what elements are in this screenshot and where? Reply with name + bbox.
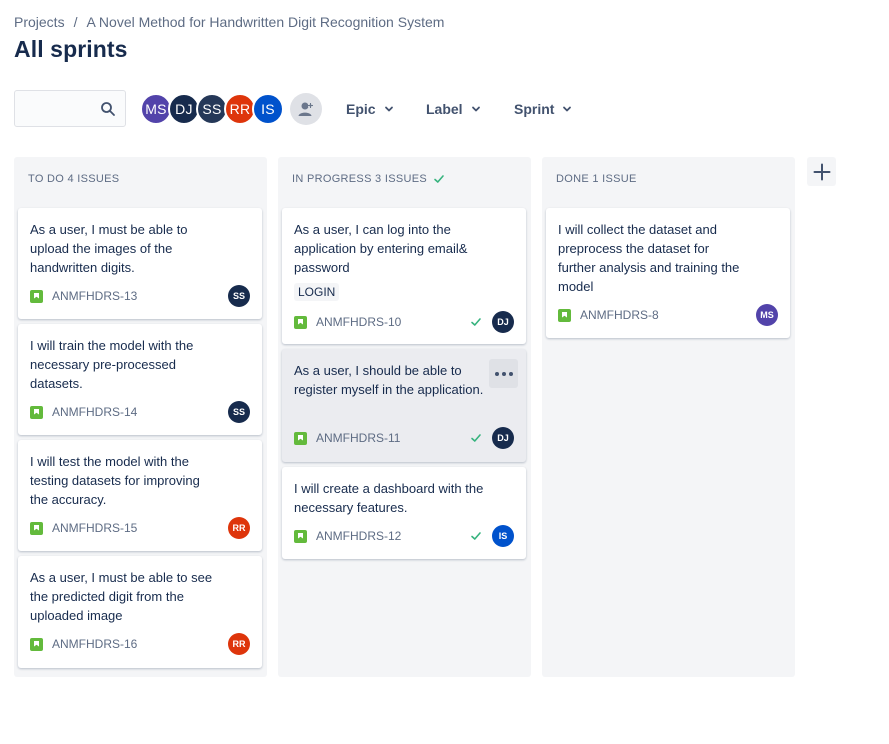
issue-card[interactable]: I will collect the dataset and preproces… bbox=[546, 208, 790, 338]
issue-label: LOGIN bbox=[294, 283, 340, 301]
story-icon bbox=[294, 315, 307, 329]
issue-summary: As a user, I can log into the applicatio… bbox=[294, 222, 468, 275]
issue-key[interactable]: ANMFHDRS-12 bbox=[316, 529, 401, 543]
chevron-down-icon bbox=[384, 106, 393, 112]
story-icon bbox=[30, 405, 43, 419]
card-footer: ANMFHDRS-10 DJ bbox=[294, 311, 514, 333]
more-actions-button[interactable] bbox=[489, 359, 518, 388]
assignee-avatar[interactable]: DJ bbox=[492, 427, 514, 449]
chevron-down-icon bbox=[563, 106, 572, 112]
issue-summary: I will collect the dataset and preproces… bbox=[558, 222, 740, 294]
issue-card[interactable]: As a user, I must be able to upload the … bbox=[18, 208, 262, 319]
sprint-filter-dropdown[interactable]: Sprint bbox=[514, 101, 572, 117]
column-header: IN PROGRESS 3 ISSUES bbox=[292, 173, 445, 185]
issue-key[interactable]: ANMFHDRS-13 bbox=[52, 289, 137, 303]
column-todo: TO DO 4 ISSUES As a user, I must be able… bbox=[14, 157, 267, 677]
epic-filter-label: Epic bbox=[346, 101, 376, 117]
story-icon bbox=[294, 431, 307, 445]
card-footer: ANMFHDRS-15 RR bbox=[30, 517, 250, 539]
card-footer: ANMFHDRS-13 SS bbox=[30, 285, 250, 307]
search-input[interactable] bbox=[14, 90, 126, 127]
issue-key[interactable]: ANMFHDRS-16 bbox=[52, 637, 137, 651]
assignee-avatar[interactable]: DJ bbox=[492, 311, 514, 333]
card-footer: ANMFHDRS-11 DJ bbox=[294, 427, 514, 449]
column-title: DONE 1 ISSUE bbox=[556, 173, 637, 185]
issue-summary: I will train the model with the necessar… bbox=[30, 338, 194, 391]
column-in-progress: IN PROGRESS 3 ISSUES As a user, I can lo… bbox=[278, 157, 531, 677]
column-header: TO DO 4 ISSUES bbox=[28, 173, 119, 185]
issue-summary: I will create a dashboard with the neces… bbox=[294, 481, 484, 515]
search-icon bbox=[101, 102, 115, 116]
assignee-avatar[interactable]: SS bbox=[228, 401, 250, 423]
column-done: DONE 1 ISSUE I will collect the dataset … bbox=[542, 157, 795, 677]
check-icon bbox=[471, 434, 481, 442]
issue-card[interactable]: As a user, I should be able to register … bbox=[282, 349, 526, 462]
assignee-avatar[interactable]: SS bbox=[228, 285, 250, 307]
issue-card[interactable]: I will test the model with the testing d… bbox=[18, 440, 262, 551]
issue-key[interactable]: ANMFHDRS-11 bbox=[316, 431, 400, 445]
story-icon bbox=[294, 529, 307, 543]
issue-summary: As a user, I must be able to see the pre… bbox=[30, 570, 213, 623]
check-icon bbox=[471, 532, 481, 540]
assignee-avatar[interactable]: IS bbox=[492, 525, 514, 547]
page-title: All sprints bbox=[14, 36, 128, 62]
plus-icon bbox=[813, 163, 830, 180]
chevron-down-icon bbox=[471, 106, 480, 112]
assignee-avatar[interactable]: RR bbox=[228, 633, 250, 655]
epic-filter-dropdown[interactable]: Epic bbox=[346, 101, 394, 117]
breadcrumb: Projects / A Novel Method for Handwritte… bbox=[14, 14, 444, 30]
check-icon bbox=[434, 175, 444, 183]
column-header: DONE 1 ISSUE bbox=[556, 173, 637, 185]
breadcrumb-project-link[interactable]: A Novel Method for Handwritten Digit Rec… bbox=[86, 14, 444, 30]
card-footer: ANMFHDRS-16 RR bbox=[30, 633, 250, 655]
check-icon bbox=[471, 318, 481, 326]
add-column-button[interactable] bbox=[807, 157, 836, 186]
issue-key[interactable]: ANMFHDRS-10 bbox=[316, 315, 401, 329]
story-icon bbox=[30, 289, 43, 303]
issue-card[interactable]: I will create a dashboard with the neces… bbox=[282, 467, 526, 559]
add-person-icon bbox=[298, 102, 313, 116]
assignee-avatar[interactable]: MS bbox=[756, 304, 778, 326]
issue-card[interactable]: I will train the model with the necessar… bbox=[18, 324, 262, 435]
issue-card[interactable]: As a user, I can log into the applicatio… bbox=[282, 208, 526, 344]
issue-summary: As a user, I must be able to upload the … bbox=[30, 222, 188, 275]
add-people-button[interactable] bbox=[290, 93, 322, 125]
issue-summary: I will test the model with the testing d… bbox=[30, 454, 200, 507]
issue-key[interactable]: ANMFHDRS-15 bbox=[52, 521, 137, 535]
assignee-avatar[interactable]: RR bbox=[228, 517, 250, 539]
column-title: TO DO 4 ISSUES bbox=[28, 173, 120, 185]
breadcrumb-separator: / bbox=[73, 14, 78, 30]
breadcrumb-projects-link[interactable]: Projects bbox=[14, 14, 65, 30]
label-filter-dropdown[interactable]: Label bbox=[426, 101, 481, 117]
issue-key[interactable]: ANMFHDRS-8 bbox=[580, 308, 659, 322]
story-icon bbox=[30, 521, 43, 535]
card-footer: ANMFHDRS-14 SS bbox=[30, 401, 250, 423]
label-filter-label: Label bbox=[426, 101, 463, 117]
sprint-filter-label: Sprint bbox=[514, 101, 555, 117]
story-icon bbox=[30, 637, 43, 651]
story-icon bbox=[558, 308, 571, 322]
issue-card[interactable]: As a user, I must be able to see the pre… bbox=[18, 556, 262, 668]
column-title: IN PROGRESS 3 ISSUES bbox=[292, 173, 427, 185]
issue-summary: As a user, I should be able to register … bbox=[294, 363, 484, 397]
card-footer: ANMFHDRS-8 MS bbox=[558, 304, 778, 326]
card-footer: ANMFHDRS-12 IS bbox=[294, 525, 514, 547]
issue-key[interactable]: ANMFHDRS-14 bbox=[52, 405, 137, 419]
avatar-is[interactable]: IS bbox=[252, 93, 284, 125]
